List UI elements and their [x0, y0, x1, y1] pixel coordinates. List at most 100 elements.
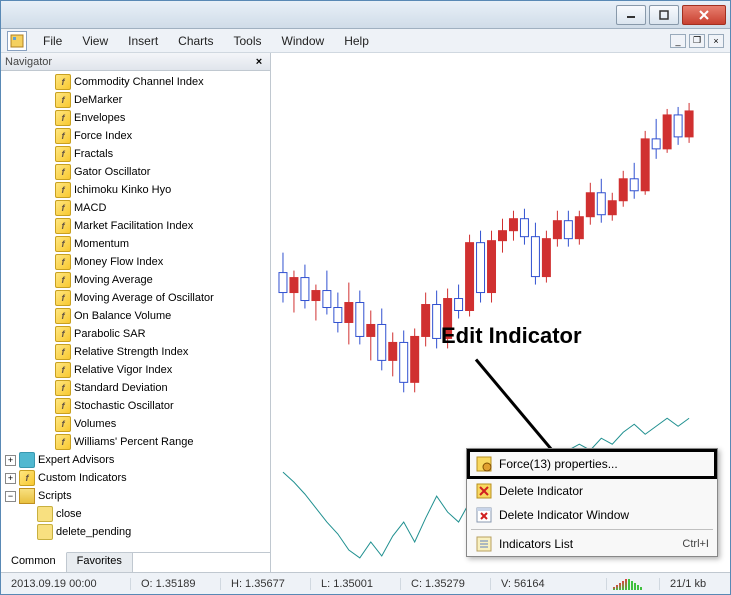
ctx-delete-window[interactable]: Delete Indicator Window — [467, 503, 717, 527]
tree-expander[interactable]: − — [5, 491, 16, 502]
navigator-close-button[interactable]: × — [252, 55, 266, 69]
tree-indicator-9[interactable]: fMomentum — [1, 235, 270, 253]
tree-custom-indicators[interactable]: +fCustom Indicators — [1, 469, 270, 487]
ic-indicator-icon: f — [55, 164, 71, 180]
tree-indicator-16[interactable]: fRelative Vigor Index — [1, 361, 270, 379]
ic-indicator-icon: f — [55, 308, 71, 324]
tree-indicator-4[interactable]: fFractals — [1, 145, 270, 163]
child-minimize-button[interactable]: _ — [670, 34, 686, 48]
tree-label: Moving Average of Oscillator — [74, 289, 214, 307]
tree-label: delete_pending — [56, 523, 131, 541]
tree-indicator-11[interactable]: fMoving Average — [1, 271, 270, 289]
navigator-title: Navigator — [5, 56, 252, 68]
navigator-tree[interactable]: fCommodity Channel IndexfDeMarkerfEnvelo… — [1, 71, 270, 552]
tree-label: DeMarker — [74, 91, 122, 109]
minimize-button[interactable] — [616, 5, 646, 25]
ctx-properties-label: Force(13) properties... — [499, 457, 618, 471]
tree-indicator-6[interactable]: fIchimoku Kinko Hyo — [1, 181, 270, 199]
child-restore-button[interactable]: ❐ — [689, 34, 705, 48]
ic-indicator-icon: f — [55, 344, 71, 360]
status-connection-icon — [607, 578, 660, 590]
tree-indicator-3[interactable]: fForce Index — [1, 127, 270, 145]
ic-indicator-icon: f — [55, 434, 71, 450]
status-high: H: 1.35677 — [221, 578, 311, 590]
menu-tools[interactable]: Tools — [224, 31, 272, 51]
ctx-delete-indicator-label: Delete Indicator — [499, 484, 583, 498]
tree-scripts[interactable]: − Scripts — [1, 487, 270, 505]
context-menu: Force(13) properties... Delete Indicator… — [466, 448, 718, 557]
menu-file[interactable]: File — [33, 31, 72, 51]
properties-icon — [475, 455, 493, 473]
delete-window-icon — [475, 506, 493, 524]
ic-indicator-icon: f — [55, 254, 71, 270]
tree-indicator-8[interactable]: fMarket Facilitation Index — [1, 217, 270, 235]
ic-indicator-icon: f — [55, 128, 71, 144]
tree-label: Parabolic SAR — [74, 325, 146, 343]
navigator-tabs: Common Favorites — [1, 552, 270, 572]
ic-indicator-icon: f — [55, 92, 71, 108]
ic-indicator-icon: f — [55, 326, 71, 342]
ctx-delete-indicator[interactable]: Delete Indicator — [467, 479, 717, 503]
tab-favorites[interactable]: Favorites — [67, 553, 133, 572]
tree-expert-advisors[interactable]: + Expert Advisors — [1, 451, 270, 469]
tree-label: Relative Strength Index — [74, 343, 188, 361]
menu-charts[interactable]: Charts — [168, 31, 223, 51]
titlebar — [1, 1, 730, 29]
close-button[interactable] — [682, 5, 726, 25]
tree-label: On Balance Volume — [74, 307, 171, 325]
ic-indicator-icon: f — [55, 272, 71, 288]
tree-indicator-17[interactable]: fStandard Deviation — [1, 379, 270, 397]
child-close-button[interactable]: × — [708, 34, 724, 48]
annotation-text: Edit Indicator — [441, 323, 582, 349]
ic-indicator-icon: f — [55, 380, 71, 396]
tree-indicator-2[interactable]: fEnvelopes — [1, 109, 270, 127]
status-close: C: 1.35279 — [401, 578, 491, 590]
indicators-list-icon — [475, 535, 493, 553]
tree-label: close — [56, 505, 82, 523]
tree-indicator-1[interactable]: fDeMarker — [1, 91, 270, 109]
ctx-indicators-list-label: Indicators List — [499, 537, 573, 551]
navigator-header: Navigator × — [1, 53, 270, 71]
chart-area[interactable]: Edit Indicator Force(13) properties... D… — [271, 53, 730, 572]
ctx-properties[interactable]: Force(13) properties... — [467, 449, 717, 479]
statusbar: 2013.09.19 00:00 O: 1.35189 H: 1.35677 L… — [1, 572, 730, 594]
ic-folder-icon — [19, 488, 35, 504]
ic-indicator-icon: f — [55, 362, 71, 378]
tree-indicator-10[interactable]: fMoney Flow Index — [1, 253, 270, 271]
tree-indicator-12[interactable]: fMoving Average of Oscillator — [1, 289, 270, 307]
tree-indicator-14[interactable]: fParabolic SAR — [1, 325, 270, 343]
menu-insert[interactable]: Insert — [118, 31, 168, 51]
ic-indicator-icon: f — [55, 416, 71, 432]
tree-indicator-0[interactable]: fCommodity Channel Index — [1, 73, 270, 91]
ic-ea-icon — [19, 452, 35, 468]
tree-label: Scripts — [38, 487, 72, 505]
maximize-button[interactable] — [649, 5, 679, 25]
menu-window[interactable]: Window — [272, 31, 335, 51]
tree-label: Ichimoku Kinko Hyo — [74, 181, 171, 199]
tree-indicator-13[interactable]: fOn Balance Volume — [1, 307, 270, 325]
tree-indicator-19[interactable]: fVolumes — [1, 415, 270, 433]
tree-indicator-5[interactable]: fGator Oscillator — [1, 163, 270, 181]
tree-indicator-18[interactable]: fStochastic Oscillator — [1, 397, 270, 415]
ic-indicator-icon: f — [55, 200, 71, 216]
ctx-shortcut: Ctrl+I — [682, 538, 709, 550]
status-volume: V: 56164 — [491, 578, 607, 590]
tree-indicator-7[interactable]: fMACD — [1, 199, 270, 217]
tree-expander[interactable]: + — [5, 455, 16, 466]
ctx-indicators-list[interactable]: Indicators List Ctrl+I — [467, 532, 717, 556]
ctx-separator — [471, 529, 713, 530]
tree-script-0[interactable]: close — [1, 505, 270, 523]
app-icon — [7, 31, 27, 51]
tree-label: Relative Vigor Index — [74, 361, 172, 379]
tree-label: Envelopes — [74, 109, 125, 127]
tree-label: Expert Advisors — [38, 451, 114, 469]
ic-indicator-icon: f — [55, 182, 71, 198]
tree-label: Commodity Channel Index — [74, 73, 204, 91]
menu-view[interactable]: View — [72, 31, 118, 51]
tree-script-1[interactable]: delete_pending — [1, 523, 270, 541]
tab-common[interactable]: Common — [1, 552, 67, 572]
tree-indicator-20[interactable]: fWilliams' Percent Range — [1, 433, 270, 451]
tree-expander[interactable]: + — [5, 473, 16, 484]
menu-help[interactable]: Help — [334, 31, 379, 51]
tree-indicator-15[interactable]: fRelative Strength Index — [1, 343, 270, 361]
